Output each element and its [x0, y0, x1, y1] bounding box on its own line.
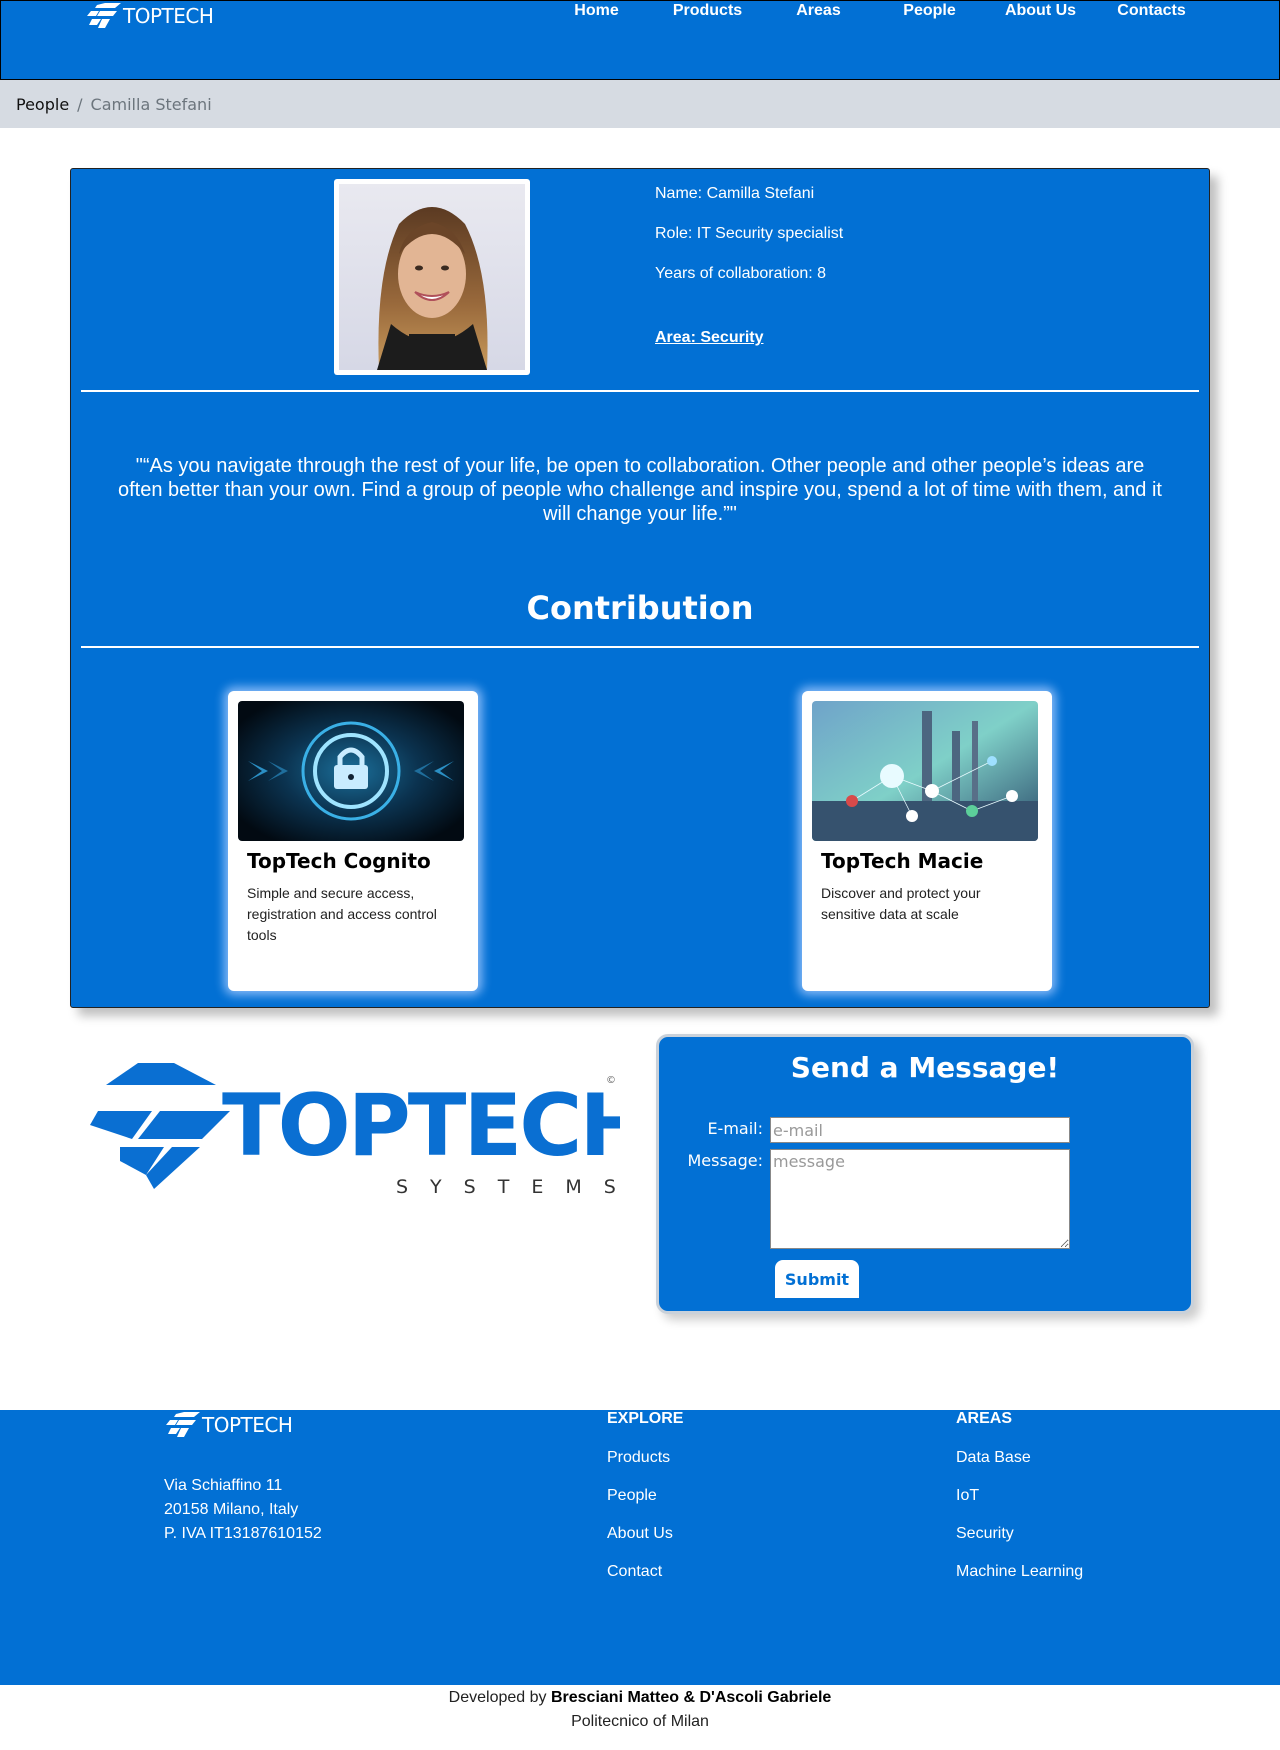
toptech-systems-logo: TOPTECH SYSTEMS ©	[90, 1055, 651, 1200]
padlock-icon	[238, 701, 464, 841]
product-desc-macie: Discover and protect your sensitive data…	[821, 885, 981, 922]
footer-link-products[interactable]: Products	[607, 1449, 683, 1467]
product-image-macie	[812, 701, 1038, 841]
explore-heading: EXPLORE	[607, 1410, 684, 1427]
address-vat: P. IVA IT13187610152	[164, 1525, 322, 1542]
main-nav: Home Products Areas People About Us Cont…	[541, 2, 1207, 20]
nav-products[interactable]: Products	[652, 2, 763, 20]
nav-contacts[interactable]: Contacts	[1096, 2, 1207, 20]
footer-areas: AREAS Data Base IoT Security Machine Lea…	[956, 1410, 1083, 1601]
profile-area-link[interactable]: Area: Security	[655, 329, 764, 347]
footer-link-people[interactable]: People	[607, 1487, 683, 1505]
site-footer: TOPTECH Via Schiaffino 11 20158 Milano, …	[0, 1410, 1280, 1685]
submit-button[interactable]: Submit	[775, 1260, 859, 1298]
nav-home[interactable]: Home	[541, 2, 652, 20]
logo-tagline: SYSTEMS	[396, 1176, 620, 1195]
product-card-macie[interactable]: TopTech Macie Discover and protect your …	[802, 691, 1052, 991]
address-city: 20158 Milano, Italy	[164, 1501, 299, 1518]
footer-link-security[interactable]: Security	[956, 1525, 1083, 1543]
footer-link-about-us[interactable]: About Us	[607, 1525, 683, 1543]
nav-about-us[interactable]: About Us	[985, 2, 1096, 20]
contribution-divider	[81, 646, 1199, 648]
areas-heading: AREAS	[956, 1410, 1013, 1427]
footer-brand[interactable]: TOPTECH	[164, 1412, 293, 1438]
credits-prefix: Developed by	[448, 1689, 547, 1706]
footer-explore: EXPLORE Products People About Us Contact	[607, 1410, 683, 1601]
product-image-cognito	[238, 701, 464, 841]
message-form-title: Send a Message!	[790, 1051, 1060, 1084]
profile-photo	[334, 179, 530, 375]
top-navbar: TOPTECH Home Products Areas People About…	[0, 0, 1280, 80]
credits: Developed by Bresciani Matteo & D'Ascoli…	[0, 1686, 1280, 1734]
contribution-heading: Contribution	[526, 589, 754, 627]
breadcrumb: People / Camilla Stefani	[0, 80, 1280, 128]
profile-card: Name: Camilla Stefani Role: IT Security …	[70, 168, 1210, 1008]
profile-years: Years of collaboration: 8	[655, 265, 827, 282]
product-desc-cognito: Simple and secure access, registration a…	[247, 885, 437, 943]
logo-mark: ©	[606, 1075, 616, 1086]
credits-line: Developed by Bresciani Matteo & D'Ascoli…	[0, 1686, 1280, 1710]
iot-network-icon	[812, 701, 1038, 841]
navbar-brand[interactable]: TOPTECH	[85, 3, 214, 29]
breadcrumb-current: Camilla Stefani	[90, 94, 212, 114]
email-label: E-mail:	[707, 1119, 763, 1138]
profile-quote: "“As you navigate through the rest of yo…	[118, 455, 1162, 525]
footer-link-data-base[interactable]: Data Base	[956, 1449, 1083, 1467]
credits-org: Politecnico of Milan	[571, 1713, 709, 1730]
profile-name: Name: Camilla Stefani	[655, 185, 815, 202]
toptech-logo-icon	[166, 1412, 200, 1437]
credits-names: Bresciani Matteo & D'Ascoli Gabriele	[550, 1689, 832, 1706]
breadcrumb-people-link[interactable]: People	[16, 95, 69, 114]
brand-text: TOPTECH	[123, 4, 214, 28]
footer-link-contact[interactable]: Contact	[607, 1563, 683, 1581]
logo-word: TOPTECH	[222, 1076, 620, 1176]
address-street: Via Schiaffino 11	[164, 1477, 283, 1494]
nav-people[interactable]: People	[874, 2, 985, 20]
profile-role: Role: IT Security specialist	[655, 225, 844, 242]
message-form: Send a Message! E-mail: Message: Submit	[656, 1034, 1194, 1314]
message-label: Message:	[687, 1151, 763, 1170]
person-photo-icon	[339, 184, 525, 370]
breadcrumb-separator: /	[77, 94, 83, 114]
product-title-cognito: TopTech Cognito	[247, 849, 431, 873]
product-title-macie: TopTech Macie	[821, 849, 984, 873]
profile-divider	[81, 390, 1199, 392]
product-card-cognito[interactable]: TopTech Cognito Simple and secure access…	[228, 691, 478, 991]
footer-link-iot[interactable]: IoT	[956, 1487, 1083, 1505]
footer-brand-text: TOPTECH	[202, 1413, 293, 1437]
toptech-logo-icon	[87, 3, 121, 28]
nav-areas[interactable]: Areas	[763, 2, 874, 20]
footer-address: Via Schiaffino 11 20158 Milano, Italy P.…	[164, 1474, 322, 1546]
footer-link-machine-learning[interactable]: Machine Learning	[956, 1563, 1083, 1581]
email-field[interactable]	[770, 1117, 1070, 1143]
toptech-logo-icon: TOPTECH SYSTEMS ©	[90, 1063, 651, 1198]
message-textarea[interactable]	[770, 1149, 1070, 1249]
